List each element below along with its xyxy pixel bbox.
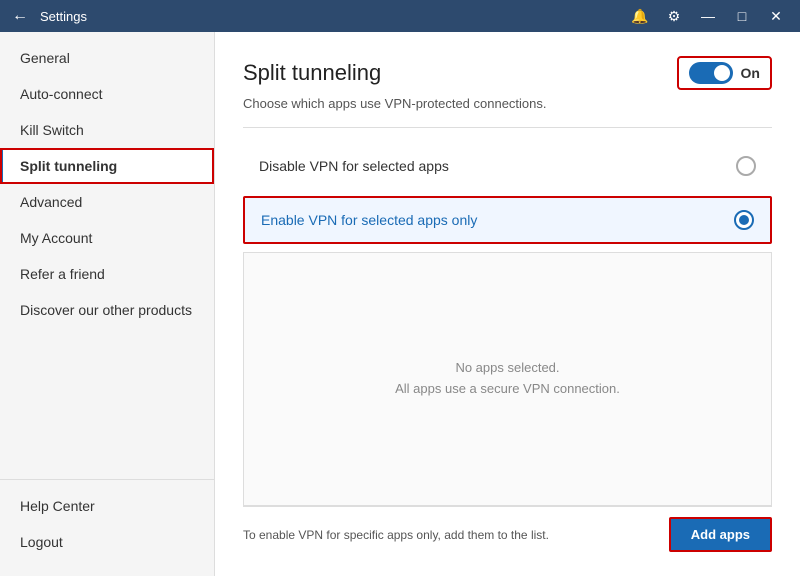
content-header: Split tunneling On <box>243 56 772 90</box>
sidebar-item-kill-switch[interactable]: Kill Switch <box>0 112 214 148</box>
add-apps-button[interactable]: Add apps <box>669 517 772 552</box>
sidebar-item-advanced[interactable]: Advanced <box>0 184 214 220</box>
close-button[interactable]: ✕ <box>760 0 792 32</box>
sidebar-item-my-account[interactable]: My Account <box>0 220 214 256</box>
sidebar-item-auto-connect[interactable]: Auto-connect <box>0 76 214 112</box>
back-icon: ← <box>12 7 28 25</box>
sidebar-item-help-center[interactable]: Help Center <box>0 488 214 524</box>
toggle-track <box>689 62 733 84</box>
empty-state-line2: All apps use a secure VPN connection. <box>395 379 620 400</box>
window-controls: 🔔 ⚙ — □ ✕ <box>624 0 792 32</box>
bottom-hint: To enable VPN for specific apps only, ad… <box>243 528 669 542</box>
sidebar: General Auto-connect Kill Switch Split t… <box>0 32 215 576</box>
minimize-icon: — <box>701 8 715 24</box>
main-layout: General Auto-connect Kill Switch Split t… <box>0 32 800 576</box>
radio-disable-vpn[interactable]: Disable VPN for selected apps <box>243 144 772 188</box>
sidebar-item-logout[interactable]: Logout <box>0 524 214 560</box>
minimize-button[interactable]: — <box>692 0 724 32</box>
back-button[interactable]: ← <box>8 4 32 28</box>
apps-list-area: No apps selected. All apps use a secure … <box>243 252 772 506</box>
sidebar-nav: General Auto-connect Kill Switch Split t… <box>0 32 214 479</box>
radio-disable-vpn-label: Disable VPN for selected apps <box>259 158 449 174</box>
content-subtitle: Choose which apps use VPN-protected conn… <box>243 96 772 111</box>
sidebar-item-discover[interactable]: Discover our other products <box>0 292 214 328</box>
radio-disable-vpn-circle <box>736 156 756 176</box>
sidebar-item-general[interactable]: General <box>0 40 214 76</box>
split-tunneling-toggle[interactable] <box>689 62 733 84</box>
radio-enable-vpn-only[interactable]: Enable VPN for selected apps only <box>243 196 772 244</box>
close-icon: ✕ <box>770 8 782 25</box>
page-title: Split tunneling <box>243 60 381 86</box>
gear-icon: ⚙ <box>668 8 681 25</box>
sidebar-item-refer-a-friend[interactable]: Refer a friend <box>0 256 214 292</box>
empty-state-line1: No apps selected. <box>455 358 559 379</box>
toggle-container[interactable]: On <box>677 56 772 90</box>
maximize-button[interactable]: □ <box>726 0 758 32</box>
app-title: Settings <box>40 9 624 24</box>
toggle-thumb <box>714 65 730 81</box>
sidebar-bottom: Help Center Logout <box>0 479 214 576</box>
notification-button[interactable]: 🔔 <box>624 0 656 32</box>
radio-enable-vpn-only-label: Enable VPN for selected apps only <box>261 212 477 228</box>
bell-icon: 🔔 <box>631 8 648 25</box>
content-area: Split tunneling On Choose which apps use… <box>215 32 800 576</box>
toggle-label: On <box>741 65 760 81</box>
titlebar: ← Settings 🔔 ⚙ — □ ✕ <box>0 0 800 32</box>
maximize-icon: □ <box>738 8 746 24</box>
sidebar-item-split-tunneling[interactable]: Split tunneling <box>0 148 214 184</box>
settings-button[interactable]: ⚙ <box>658 0 690 32</box>
bottom-bar: To enable VPN for specific apps only, ad… <box>243 506 772 552</box>
divider <box>243 127 772 128</box>
radio-enable-vpn-only-circle <box>734 210 754 230</box>
